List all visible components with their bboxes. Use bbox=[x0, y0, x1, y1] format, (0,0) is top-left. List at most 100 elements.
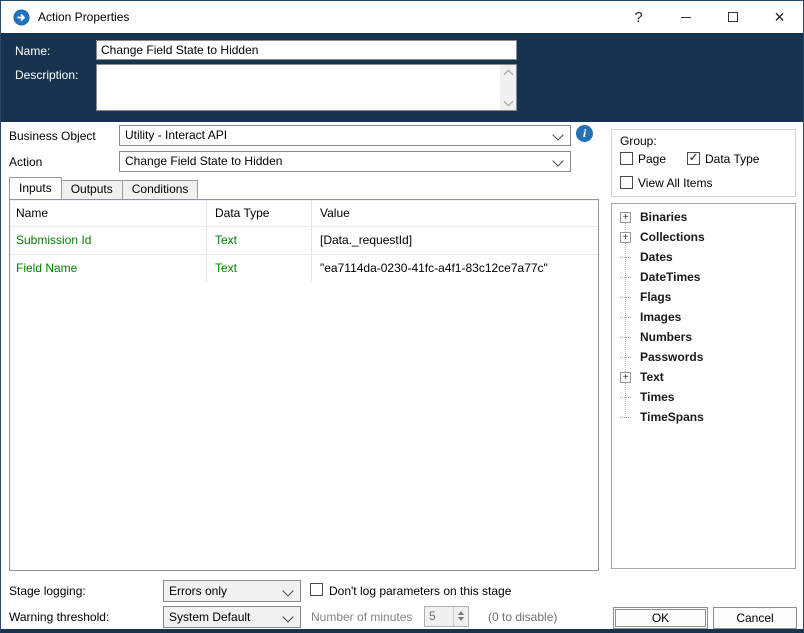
table-row[interactable]: Field Name Text "ea7114da-0230-41fc-a4f1… bbox=[10, 254, 598, 282]
stage-logging-label: Stage logging: bbox=[9, 584, 86, 598]
column-header-name: Name bbox=[16, 206, 49, 220]
expand-icon[interactable]: + bbox=[620, 232, 631, 243]
spin-up-icon[interactable] bbox=[458, 611, 464, 615]
cancel-button[interactable]: Cancel bbox=[713, 607, 797, 629]
data-items-tree: + Binaries + Collections Dates DateTimes… bbox=[611, 203, 796, 569]
maximize-button[interactable] bbox=[709, 1, 756, 33]
stage-logging-dropdown[interactable]: Errors only bbox=[163, 580, 301, 602]
stepper-buttons bbox=[453, 607, 468, 626]
tree-item-label: DateTimes bbox=[640, 270, 701, 284]
group-panel: Group: Page ✓ Data Type View All Items bbox=[611, 129, 796, 197]
tree-item-label: Flags bbox=[640, 290, 672, 304]
tree-connector bbox=[620, 257, 631, 258]
expand-icon[interactable]: + bbox=[620, 212, 631, 223]
action-label: Action bbox=[9, 155, 43, 169]
tree-connector bbox=[620, 397, 631, 398]
chevron-down-icon bbox=[282, 585, 294, 597]
window-controls: ? × bbox=[615, 1, 803, 33]
table-header: Name Data Type Value bbox=[10, 200, 598, 226]
description-label: Description: bbox=[15, 68, 79, 82]
warning-threshold-dropdown[interactable]: System Default bbox=[163, 606, 301, 628]
column-header-value: Value bbox=[311, 200, 598, 226]
dont-log-parameters-label: Don't log parameters on this stage bbox=[329, 584, 512, 598]
tree-item-flags[interactable]: Flags bbox=[612, 288, 795, 308]
action-value: Change Field State to Hidden bbox=[125, 154, 283, 168]
chevron-down-icon bbox=[503, 96, 513, 106]
name-input[interactable] bbox=[96, 40, 517, 60]
action-dropdown[interactable]: Change Field State to Hidden bbox=[119, 151, 571, 172]
description-input[interactable] bbox=[96, 64, 517, 111]
close-icon: × bbox=[774, 7, 785, 27]
help-icon: ? bbox=[634, 8, 643, 26]
tree-item-label: Dates bbox=[640, 250, 673, 264]
scroll-down-button[interactable] bbox=[500, 94, 516, 110]
tree-item-timespans[interactable]: TimeSpans bbox=[612, 408, 795, 428]
input-datatype: Text bbox=[206, 255, 311, 282]
input-name: Submission Id bbox=[16, 233, 92, 247]
input-value[interactable]: [Data._requestId] bbox=[311, 227, 598, 254]
tab-conditions[interactable]: Conditions bbox=[121, 180, 199, 199]
view-all-items-checkbox[interactable] bbox=[620, 176, 633, 189]
warning-threshold-value: System Default bbox=[169, 610, 251, 624]
chevron-down-icon bbox=[282, 611, 294, 623]
tab-outputs[interactable]: Outputs bbox=[60, 180, 123, 199]
data-type-checkbox-label: Data Type bbox=[705, 152, 760, 166]
chevron-down-icon bbox=[552, 129, 564, 141]
business-object-value: Utility - Interact API bbox=[125, 128, 228, 142]
tree-item-label: Collections bbox=[640, 230, 705, 244]
tree-item-numbers[interactable]: Numbers bbox=[612, 328, 795, 348]
page-checkbox[interactable] bbox=[620, 152, 633, 165]
close-button[interactable]: × bbox=[756, 1, 803, 33]
tree-connector bbox=[620, 357, 631, 358]
data-type-checkbox[interactable]: ✓ bbox=[687, 152, 700, 165]
table-row[interactable]: Submission Id Text [Data._requestId] bbox=[10, 226, 598, 254]
business-object-label: Business Object bbox=[9, 129, 96, 143]
warning-threshold-label: Warning threshold: bbox=[9, 610, 110, 624]
tree-connector bbox=[620, 317, 631, 318]
tree-item-dates[interactable]: Dates bbox=[612, 248, 795, 268]
help-button[interactable]: ? bbox=[615, 1, 662, 33]
minimize-button[interactable] bbox=[662, 1, 709, 33]
action-stage-icon bbox=[13, 9, 30, 26]
inputs-table: Name Data Type Value Submission Id Text … bbox=[9, 199, 599, 571]
group-label: Group: bbox=[620, 134, 657, 148]
chevron-up-icon bbox=[503, 69, 513, 80]
tab-inputs[interactable]: Inputs bbox=[9, 177, 62, 199]
input-value[interactable]: "ea7114da-0230-41fc-a4f1-83c12ce7a77c" bbox=[311, 255, 598, 282]
dont-log-parameters-checkbox[interactable] bbox=[310, 583, 323, 596]
tree-item-collections[interactable]: + Collections bbox=[612, 228, 795, 248]
tree-item-binaries[interactable]: + Binaries bbox=[612, 208, 795, 228]
info-icon[interactable]: i bbox=[576, 125, 593, 142]
input-datatype: Text bbox=[206, 227, 311, 254]
input-name: Field Name bbox=[16, 261, 78, 275]
spin-down-icon[interactable] bbox=[458, 617, 464, 621]
title-bar: Action Properties ? × bbox=[1, 1, 803, 33]
expand-icon[interactable]: + bbox=[620, 372, 631, 383]
tree-connector bbox=[620, 337, 631, 338]
tree-item-label: Images bbox=[640, 310, 682, 324]
business-object-dropdown[interactable]: Utility - Interact API bbox=[119, 125, 571, 146]
tree-connector bbox=[620, 417, 631, 418]
tab-strip: Inputs Outputs Conditions bbox=[9, 177, 199, 199]
disable-hint: (0 to disable) bbox=[488, 610, 558, 624]
tree-item-passwords[interactable]: Passwords bbox=[612, 348, 795, 368]
minutes-stepper[interactable]: 5 bbox=[424, 606, 469, 627]
tree-item-label: Passwords bbox=[640, 350, 704, 364]
tree-item-datetimes[interactable]: DateTimes bbox=[612, 268, 795, 288]
tree-item-label: Times bbox=[640, 390, 675, 404]
number-of-minutes-label: Number of minutes bbox=[311, 610, 413, 624]
ok-button[interactable]: OK bbox=[613, 607, 708, 629]
tree-item-label: Binaries bbox=[640, 210, 688, 224]
tree-item-times[interactable]: Times bbox=[612, 388, 795, 408]
name-label: Name: bbox=[15, 44, 51, 58]
minimize-icon bbox=[680, 16, 691, 18]
action-properties-dialog: Action Properties ? × Name: Description:… bbox=[0, 0, 804, 633]
scroll-up-button[interactable] bbox=[500, 65, 516, 81]
tree-item-text[interactable]: + Text bbox=[612, 368, 795, 388]
stage-logging-value: Errors only bbox=[169, 584, 228, 598]
page-checkbox-label: Page bbox=[638, 152, 667, 166]
description-scrollbar[interactable] bbox=[500, 65, 516, 110]
tree-connector bbox=[620, 297, 631, 298]
column-header-datatype: Data Type bbox=[206, 200, 311, 226]
tree-item-images[interactable]: Images bbox=[612, 308, 795, 328]
